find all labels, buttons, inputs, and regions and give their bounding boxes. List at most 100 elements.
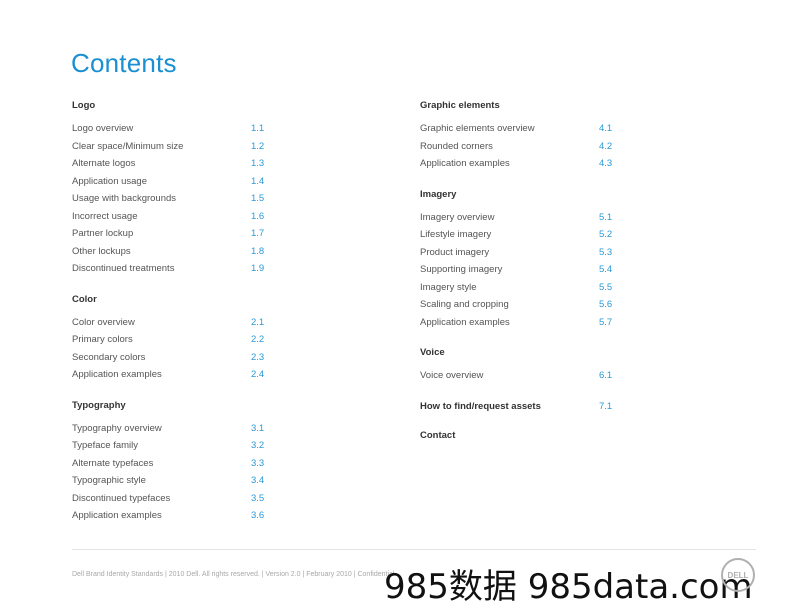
toc-entry[interactable]: Application usage 1.4	[72, 173, 272, 191]
section-heading[interactable]: How to find/request assets 7.1	[420, 399, 620, 414]
toc-entry-number: 2.1	[251, 316, 265, 328]
toc-entry-number: 2.3	[251, 351, 265, 363]
toc-entry[interactable]: Incorrect usage 1.6	[72, 208, 272, 226]
toc-section: Graphic elements Graphic elements overvie…	[420, 98, 620, 173]
toc-entry-number: 1.7	[251, 228, 265, 239]
section-heading[interactable]: Typography	[72, 398, 272, 413]
toc-entry[interactable]: Typeface family 3.2	[72, 437, 272, 455]
toc-entry-number: 2.2	[251, 334, 265, 345]
toc-section: Imagery Imagery overview 5.1 Lifestyle imag…	[420, 187, 620, 332]
toc-section: Logo Logo overview 1.1 Clear space/Minimum …	[72, 98, 272, 278]
toc-entry[interactable]: Alternate logos 1.3	[72, 155, 272, 173]
toc-entry[interactable]: Product imagery 5.3	[420, 244, 620, 262]
toc-entry-number: 6.1	[599, 370, 613, 381]
toc-entry-label: Application examples	[420, 316, 510, 328]
toc-entry-label: Rounded corners	[420, 140, 493, 152]
section-heading[interactable]: Logo	[72, 98, 272, 113]
toc-entry-label: Secondary colors	[72, 351, 146, 363]
section-heading-label: Logo	[72, 100, 96, 111]
toc-entry-number: 4.1	[599, 123, 613, 134]
dell-logo-icon: DELL	[721, 558, 755, 592]
toc-entry[interactable]: Usage with backgrounds 1.5	[72, 190, 272, 208]
toc-entry-label: Lifestyle imagery	[420, 229, 492, 240]
toc-entry[interactable]: Typography overview 3.1	[72, 420, 272, 438]
toc-entry[interactable]: Other lockups 1.8	[72, 243, 272, 261]
footer-divider	[72, 549, 756, 550]
toc-entry-label: Discontinued treatments	[72, 263, 175, 274]
toc-entry-number: 3.6	[251, 510, 265, 521]
toc-entry-number: 1.4	[251, 175, 265, 187]
section-heading-label: Voice	[420, 347, 445, 358]
toc-right-column: Graphic elements Graphic elements overvie…	[420, 98, 620, 457]
toc-entry[interactable]: Partner lockup 1.7	[72, 225, 272, 243]
toc-entry-label: Clear space/Minimum size	[72, 140, 184, 152]
toc-entry[interactable]: Scaling and cropping 5.6	[420, 296, 620, 314]
section-number: 7.1	[599, 400, 613, 412]
toc-entry-label: Application usage	[72, 175, 147, 187]
toc-entry-number: 2.4	[251, 369, 265, 380]
toc-entry-number: 4.2	[599, 140, 613, 152]
toc-entry[interactable]: Imagery overview 5.1	[420, 209, 620, 227]
toc-entry-number: 1.5	[251, 193, 265, 204]
toc-entry-number: 5.7	[599, 316, 613, 328]
toc-entry-label: Other lockups	[72, 245, 131, 257]
toc-entry[interactable]: Primary colors 2.2	[72, 331, 272, 349]
section-heading-label: Imagery	[420, 188, 457, 200]
toc-entry-label: Application examples	[72, 510, 162, 521]
toc-entry[interactable]: Rounded corners 4.2	[420, 138, 620, 156]
footer-text: Dell Brand Identity Standards | 2010 Del…	[72, 571, 395, 578]
toc-entry[interactable]: Secondary colors 2.3	[72, 349, 272, 367]
toc-entry-label: Alternate logos	[72, 158, 136, 169]
toc-entry-label: Graphic elements overview	[420, 123, 535, 134]
toc-entry-label: Alternate typefaces	[72, 457, 154, 469]
section-heading-label: Typography	[72, 399, 126, 411]
section-heading[interactable]: Color	[72, 292, 272, 307]
toc-entry[interactable]: Voice overview 6.1	[420, 367, 620, 385]
toc-entry[interactable]: Application examples 5.7	[420, 314, 620, 332]
toc-entry-number: 3.2	[251, 440, 265, 451]
toc-entry[interactable]: Lifestyle imagery 5.2	[420, 226, 620, 244]
toc-entry-label: Partner lockup	[72, 228, 134, 239]
toc-entry-number: 1.9	[251, 263, 265, 274]
toc-entry-number: 3.1	[251, 422, 265, 434]
toc-entry-number: 3.4	[251, 475, 265, 486]
toc-entry-label: Application examples	[420, 158, 510, 169]
toc-entry-number: 5.2	[599, 229, 613, 240]
toc-entry[interactable]: Discontinued treatments 1.9	[72, 260, 272, 278]
section-heading-label: Color	[72, 293, 97, 305]
toc-entry[interactable]: Supporting imagery 5.4	[420, 261, 620, 279]
toc-entry[interactable]: Color overview 2.1	[72, 314, 272, 332]
section-heading[interactable]: Contact	[420, 428, 620, 443]
toc-entry-number: 5.6	[599, 299, 613, 310]
toc-entry-number: 1.2	[251, 140, 265, 152]
toc-entry[interactable]: Alternate typefaces 3.3	[72, 455, 272, 473]
toc-entry-number: 1.6	[251, 210, 265, 222]
toc-entry[interactable]: Typographic style 3.4	[72, 472, 272, 490]
toc-entry-number: 5.1	[599, 211, 613, 223]
toc-entry[interactable]: Clear space/Minimum size 1.2	[72, 138, 272, 156]
toc-entry-label: Primary colors	[72, 334, 133, 345]
toc-entry-label: Product imagery	[420, 246, 490, 258]
toc-section: Contact	[420, 428, 620, 443]
toc-entry-number: 5.3	[599, 246, 613, 258]
toc-entry[interactable]: Graphic elements overview 4.1	[420, 120, 620, 138]
toc-entry-number: 4.3	[599, 158, 613, 169]
toc-left-column: Logo Logo overview 1.1 Clear space/Minimum …	[72, 98, 272, 539]
section-heading[interactable]: Imagery	[420, 187, 620, 202]
toc-entry[interactable]: Application examples 2.4	[72, 366, 272, 384]
toc-section: Color Color overview 2.1 Primary colors 2.2 S…	[72, 292, 272, 384]
section-heading[interactable]: Graphic elements	[420, 98, 620, 113]
watermark: 985数据 985data.com	[384, 567, 753, 607]
toc-entry-number: 3.5	[251, 492, 265, 504]
toc-entry[interactable]: Imagery style 5.5	[420, 279, 620, 297]
toc-entry-label: Typography overview	[72, 422, 162, 434]
toc-entry-label: Supporting imagery	[420, 264, 503, 275]
toc-entry[interactable]: Application examples 3.6	[72, 507, 272, 525]
section-heading[interactable]: Voice	[420, 345, 620, 360]
toc-entry-label: Imagery overview	[420, 211, 495, 223]
toc-entry[interactable]: Discontinued typefaces 3.5	[72, 490, 272, 508]
toc-entry-label: Application examples	[72, 369, 162, 380]
toc-entry[interactable]: Logo overview 1.1	[72, 120, 272, 138]
toc-entry-number: 1.8	[251, 245, 265, 257]
toc-entry[interactable]: Application examples 4.3	[420, 155, 620, 173]
